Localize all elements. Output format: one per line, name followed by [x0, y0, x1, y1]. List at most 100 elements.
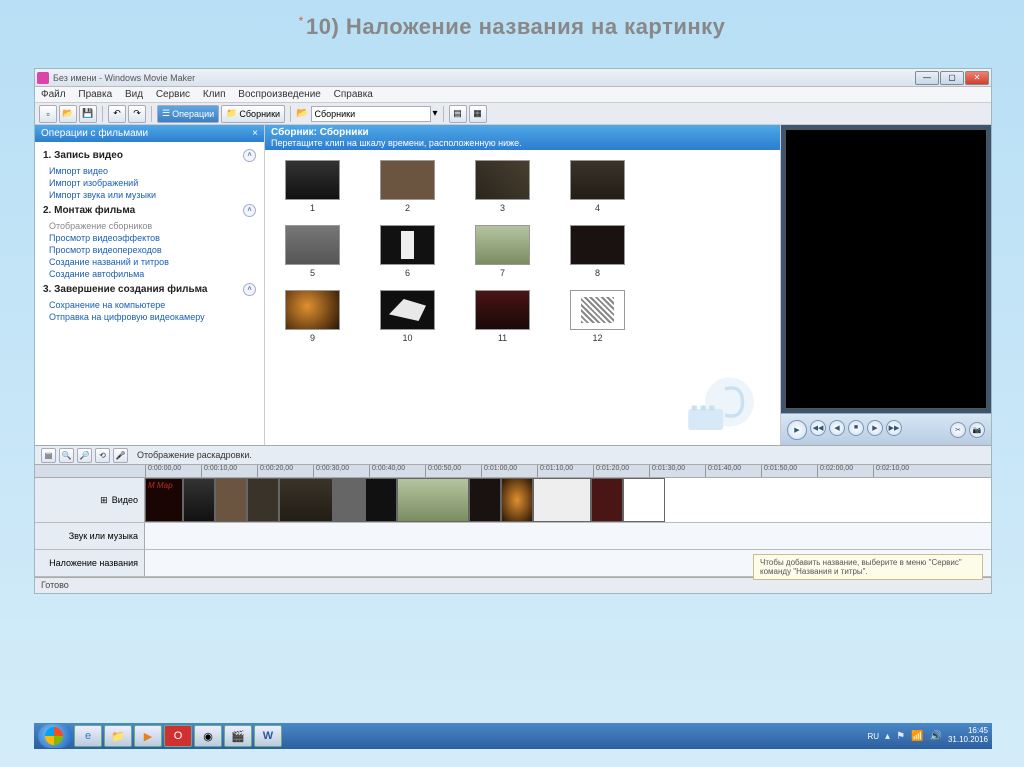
save-button[interactable]: 💾	[79, 105, 97, 123]
menu-tools[interactable]: Сервис	[156, 89, 190, 100]
clip-thumb[interactable]: 2	[370, 160, 445, 213]
preview-screen[interactable]	[785, 129, 987, 409]
taskbar-clock[interactable]: 16:45 31.10.2016	[948, 727, 988, 745]
task-automovie[interactable]: Создание автофильма	[43, 268, 256, 280]
video-clip[interactable]	[397, 478, 469, 522]
video-clip[interactable]	[469, 478, 501, 522]
menu-edit[interactable]: Правка	[78, 89, 112, 100]
task-section-1-title[interactable]: 1. Запись видео ˄	[43, 146, 256, 165]
prev-frame-button[interactable]: ◀◀	[810, 420, 826, 436]
back-button[interactable]: ◀	[829, 420, 845, 436]
redo-button[interactable]: ↷	[128, 105, 146, 123]
clip-thumb[interactable]: 5	[275, 225, 350, 278]
open-button[interactable]: 📂	[59, 105, 77, 123]
network-icon[interactable]: 📶	[911, 731, 923, 742]
stop-button[interactable]: ■	[848, 420, 864, 436]
taskbar-moviemaker-icon[interactable]: 🎬	[224, 725, 252, 747]
taskbar-ie-icon[interactable]: e	[74, 725, 102, 747]
clip-thumb[interactable]: 9	[275, 290, 350, 343]
tasks-toggle[interactable]: ☰ Операции	[157, 105, 219, 123]
task-titles-credits[interactable]: Создание названий и титров	[43, 256, 256, 268]
narrate-button[interactable]: 🎤	[113, 448, 128, 463]
task-import-images[interactable]: Импорт изображений	[43, 177, 256, 189]
close-button[interactable]: ✕	[965, 71, 989, 85]
track-title-overlay[interactable]: Наложение названия Чтобы добавить назван…	[35, 550, 991, 577]
play-button[interactable]: ▶	[787, 420, 807, 440]
clip-thumb[interactable]: 7	[465, 225, 540, 278]
fwd-button[interactable]: ▶	[867, 420, 883, 436]
clip-thumb[interactable]: 3	[465, 160, 540, 213]
task-import-audio[interactable]: Импорт звука или музыки	[43, 189, 256, 201]
language-indicator[interactable]: RU	[867, 732, 879, 741]
video-clip[interactable]	[533, 478, 591, 522]
timeline-ruler[interactable]: 0:00:00,00 0:00:10,00 0:00:20,00 0:00:30…	[35, 464, 991, 478]
task-show-collections[interactable]: Отображение сборников	[43, 220, 256, 232]
track-audio[interactable]: Звук или музыка	[35, 523, 991, 550]
task-section-3-title[interactable]: 3. Завершение создания фильма ˄	[43, 280, 256, 299]
video-clip[interactable]	[501, 478, 533, 522]
split-button[interactable]: ✂	[950, 422, 966, 438]
video-clip[interactable]	[247, 478, 279, 522]
maximize-button[interactable]: ▢	[940, 71, 964, 85]
track-video[interactable]: ⊞Видео М Мар	[35, 478, 991, 523]
rewind-button[interactable]: ⟲	[95, 448, 110, 463]
taskbar-opera-icon[interactable]: O	[164, 725, 192, 747]
view-thumbs-button[interactable]: ▦	[469, 105, 487, 123]
menu-play[interactable]: Воспроизведение	[238, 89, 321, 100]
title-clip[interactable]: М Мар	[145, 478, 183, 522]
video-clip[interactable]	[279, 478, 333, 522]
menu-view[interactable]: Вид	[125, 89, 143, 100]
location-combo[interactable]	[311, 106, 431, 122]
taskbar-explorer-icon[interactable]: 📁	[104, 725, 132, 747]
taskbar-chrome-icon[interactable]: ◉	[194, 725, 222, 747]
toolbar: ▫ 📂 💾 ↶ ↷ ☰ Операции 📁 Сборники 📂 ▾ ▤ ▦	[35, 103, 991, 125]
task-video-effects[interactable]: Просмотр видеоэффектов	[43, 232, 256, 244]
minimize-button[interactable]: —	[915, 71, 939, 85]
action-center-icon[interactable]: ⚑	[896, 731, 905, 742]
video-clip[interactable]	[215, 478, 247, 522]
chevron-down-icon[interactable]: ▾	[433, 108, 438, 119]
titlebar[interactable]: Без имени - Windows Movie Maker — ▢ ✕	[35, 69, 991, 87]
video-clip[interactable]	[591, 478, 623, 522]
start-button[interactable]	[38, 724, 72, 748]
menu-help[interactable]: Справка	[334, 89, 373, 100]
taskbar-media-icon[interactable]: ▶	[134, 725, 162, 747]
close-icon[interactable]: ×	[252, 128, 258, 139]
taskbar-word-icon[interactable]: W	[254, 725, 282, 747]
clip-thumb[interactable]: 10	[370, 290, 445, 343]
menu-file[interactable]: Файл	[41, 89, 66, 100]
video-clip[interactable]	[183, 478, 215, 522]
task-section-2-title[interactable]: 2. Монтаж фильма ˄	[43, 201, 256, 220]
menu-clip[interactable]: Клип	[203, 89, 226, 100]
collapse-icon[interactable]: ˄	[243, 283, 256, 296]
volume-icon[interactable]: 🔊	[930, 731, 942, 742]
show-hidden-icon[interactable]: ▴	[885, 731, 890, 742]
task-import-video[interactable]: Импорт видео	[43, 165, 256, 177]
storyboard-label[interactable]: Отображение раскадровки.	[137, 450, 252, 460]
new-button[interactable]: ▫	[39, 105, 57, 123]
zoom-in-button[interactable]: 🔍	[59, 448, 74, 463]
collapse-icon[interactable]: ˄	[243, 149, 256, 162]
task-video-transitions[interactable]: Просмотр видеопереходов	[43, 244, 256, 256]
clip-thumb[interactable]: 4	[560, 160, 635, 213]
clip-thumb[interactable]: 6	[370, 225, 445, 278]
title-hint-tooltip: Чтобы добавить название, выберите в меню…	[753, 554, 983, 580]
clip-thumb[interactable]: 12	[560, 290, 635, 343]
clip-thumb[interactable]: 11	[465, 290, 540, 343]
task-send-camera[interactable]: Отправка на цифровую видеокамеру	[43, 311, 256, 323]
task-save-computer[interactable]: Сохранение на компьютере	[43, 299, 256, 311]
view-details-button[interactable]: ▤	[449, 105, 467, 123]
clip-thumb[interactable]: 1	[275, 160, 350, 213]
undo-button[interactable]: ↶	[108, 105, 126, 123]
snapshot-button[interactable]: 📷	[969, 422, 985, 438]
video-clip[interactable]	[365, 478, 397, 522]
expand-icon[interactable]: ⊞	[100, 495, 108, 506]
zoom-out-button[interactable]: 🔎	[77, 448, 92, 463]
timeline-view-button[interactable]: ▤	[41, 448, 56, 463]
clip-thumb[interactable]: 8	[560, 225, 635, 278]
video-clip[interactable]	[333, 478, 365, 522]
video-clip[interactable]	[623, 478, 665, 522]
collections-toggle[interactable]: 📁 Сборники	[221, 105, 285, 123]
next-frame-button[interactable]: ▶▶	[886, 420, 902, 436]
collapse-icon[interactable]: ˄	[243, 204, 256, 217]
